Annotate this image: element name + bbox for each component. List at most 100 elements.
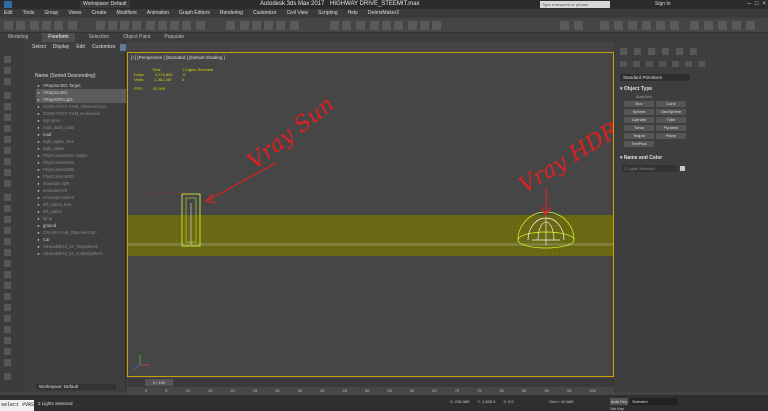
ground-plane[interactable]	[128, 215, 614, 256]
scene-list-item[interactable]: ● Car	[36, 236, 126, 243]
render-icon[interactable]	[4, 249, 11, 256]
named-selection-icon[interactable]	[290, 21, 299, 30]
visibility-eye-icon[interactable]: ●	[36, 201, 41, 208]
primitive-button-teapot[interactable]: Teapot	[624, 133, 654, 139]
set-key-button[interactable]: Set Key	[610, 406, 624, 411]
object-type-rollout[interactable]: ▾ Object Type	[620, 86, 690, 92]
select-by-name-icon[interactable]	[108, 21, 117, 30]
scene-list-item[interactable]: ● VRaySun001	[36, 89, 126, 96]
object-name-field[interactable]: 2 Lights Selected	[622, 165, 677, 172]
menu-item[interactable]: Help	[348, 9, 358, 18]
primitive-type-dropdown[interactable]: Standard Primitives	[620, 74, 690, 81]
camera-filter-icon[interactable]	[4, 125, 11, 132]
options-icon[interactable]	[4, 304, 11, 311]
menu-item[interactable]: Group	[44, 9, 58, 18]
snap-toggle-icon[interactable]	[240, 21, 249, 30]
vray-render-icon[interactable]	[560, 21, 569, 30]
name-color-rollout[interactable]: ▾ Name and Color	[620, 155, 690, 161]
vray-toolbar-icon[interactable]	[690, 21, 699, 30]
tab-modeling[interactable]: Modeling	[8, 33, 28, 42]
vray-plane-icon[interactable]	[656, 21, 665, 30]
menu-item[interactable]: Edit	[4, 9, 13, 18]
create-tab-icon[interactable]	[620, 48, 627, 55]
visibility-eye-icon[interactable]: ●	[36, 89, 41, 96]
scene-list-item[interactable]: ● road_dash_main	[36, 124, 126, 131]
scene-list-item[interactable]: ● VRayHDRILight	[36, 96, 126, 103]
find-icon[interactable]	[4, 293, 11, 300]
utilities-tab-icon[interactable]	[690, 48, 697, 55]
primitive-button-cone[interactable]: Cone	[656, 101, 686, 107]
scale-icon[interactable]	[170, 21, 179, 30]
autogrid-checkbox[interactable]: AutoGrid	[636, 94, 652, 99]
display-tab-icon[interactable]	[676, 48, 683, 55]
z-coordinate[interactable]: Z: 0.0	[503, 399, 513, 404]
spinner-snap-icon[interactable]	[276, 21, 285, 30]
visibility-eye-icon[interactable]: ●	[36, 187, 41, 194]
cameras-icon[interactable]	[659, 61, 666, 67]
scene-list-item[interactable]: ● PhysCamera003	[36, 159, 126, 166]
visibility-eye-icon[interactable]: ●	[36, 180, 41, 187]
menu-item[interactable]: Graph Editors	[179, 9, 210, 18]
primitive-button-cylinder[interactable]: Cylinder	[624, 117, 654, 123]
helper-filter-icon[interactable]	[4, 136, 11, 143]
lock-icon[interactable]	[4, 227, 11, 234]
visibility-eye-icon[interactable]: ●	[36, 131, 41, 138]
scene-list-item[interactable]: ● PhysCamera002	[36, 166, 126, 173]
visibility-eye-icon[interactable]: ●	[36, 229, 41, 236]
primitive-button-box[interactable]: Box	[624, 101, 654, 107]
selection-filter-icon[interactable]	[68, 21, 77, 30]
menu-item[interactable]: Tools	[23, 9, 35, 18]
vray-mtl-icon[interactable]	[718, 21, 727, 30]
tab-edit[interactable]: Edit	[76, 44, 85, 50]
scene-list-item[interactable]: ● right_spline_tree	[36, 138, 126, 145]
x-coordinate[interactable]: X: 236.389	[450, 399, 469, 404]
search-input[interactable]: Type a keyword or phrase	[540, 1, 610, 8]
modify-tab-icon[interactable]	[634, 48, 641, 55]
scene-list-item[interactable]: ● right_spline	[36, 145, 126, 152]
scroll-handle-icon[interactable]	[4, 373, 11, 380]
layer-icon[interactable]	[4, 205, 11, 212]
time-slider[interactable]: 0 / 100	[127, 378, 614, 387]
render-production-icon[interactable]	[432, 21, 441, 30]
primitive-button-geosphere[interactable]: GeoSphere	[656, 109, 686, 115]
redo-icon[interactable]	[16, 21, 25, 30]
region-select-icon[interactable]	[120, 21, 129, 30]
time-slider-handle[interactable]: 0 / 100	[145, 379, 173, 386]
tab-populate[interactable]: Populate	[164, 33, 184, 42]
geometry-filter-icon[interactable]	[4, 92, 11, 99]
vray-sun-icon[interactable]	[614, 21, 623, 30]
minimize-icon[interactable]: –	[748, 0, 751, 9]
workspace-selector-bottom[interactable]: Workspace: Default	[36, 384, 116, 390]
y-coordinate[interactable]: Y: 1,828.3	[477, 399, 495, 404]
menu-item[interactable]: Civil View	[287, 9, 309, 18]
scene-list-item[interactable]: ● mountain right	[36, 180, 126, 187]
menu-item[interactable]: Animation	[147, 9, 169, 18]
column-header-name[interactable]: Name (Sorted Descending)	[35, 73, 96, 79]
menu-item[interactable]: Rendering	[220, 9, 243, 18]
pin-icon[interactable]	[4, 315, 11, 322]
primitive-button-sphere[interactable]: Sphere	[624, 109, 654, 115]
mirror-icon[interactable]	[330, 21, 339, 30]
vray-proxy-icon[interactable]	[628, 21, 637, 30]
freeze-icon[interactable]	[4, 238, 11, 245]
shapes-icon[interactable]	[633, 61, 640, 67]
scene-list-item[interactable]: ● road	[36, 131, 126, 138]
scene-list-item[interactable]: ● sign post	[36, 117, 126, 124]
rendered-frame-icon[interactable]	[420, 21, 429, 30]
object-color-swatch[interactable]	[680, 166, 685, 171]
bone-filter-icon[interactable]	[4, 180, 11, 187]
visibility-eye-icon[interactable]: ●	[36, 138, 41, 145]
track-bar[interactable]: 0 5 10 15 20 25 30 35 40 45 50 55 60 65 70 75 80 85 90 95 10…	[127, 387, 614, 395]
workspace-selector[interactable]: Workspace: Default	[80, 1, 130, 8]
vray-camera-icon[interactable]	[704, 21, 713, 30]
menu-item[interactable]: Modifiers	[116, 9, 136, 18]
vray-sphere-icon[interactable]	[670, 21, 679, 30]
app-menu-icon[interactable]	[4, 1, 12, 8]
schematic-view-icon[interactable]	[382, 21, 391, 30]
reference-coordinate-icon[interactable]	[196, 21, 205, 30]
visibility-eye-icon[interactable]: ●	[36, 82, 41, 89]
auto-key-button[interactable]: Auto Key	[610, 398, 628, 405]
undo-icon[interactable]	[4, 21, 13, 30]
menu-item[interactable]: Scripting	[318, 9, 337, 18]
shape-filter-icon[interactable]	[4, 103, 11, 110]
